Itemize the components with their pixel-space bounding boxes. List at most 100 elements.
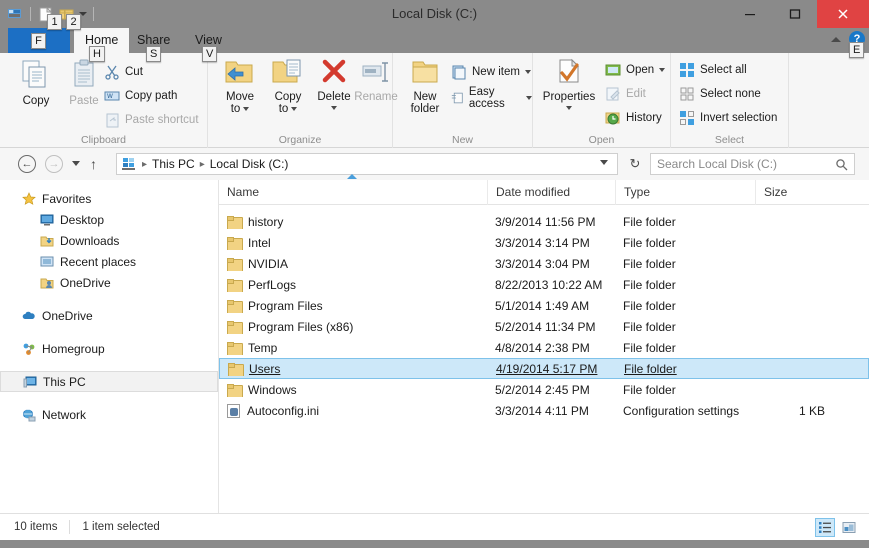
table-row[interactable]: Windows 5/2/2014 2:45 PM File folder bbox=[219, 379, 869, 400]
file-name: NVIDIA bbox=[248, 256, 289, 271]
sidebar-item-this-pc[interactable]: This PC bbox=[0, 371, 218, 392]
properties-button[interactable]: Properties bbox=[537, 58, 601, 126]
edit-button[interactable]: Edit bbox=[605, 83, 646, 104]
column-header-date-modified[interactable]: Date modified bbox=[487, 179, 615, 205]
file-name: Autoconfig.ini bbox=[247, 403, 320, 418]
paste-shortcut-button[interactable]: Paste shortcut bbox=[104, 109, 199, 130]
select-none-button[interactable]: Select none bbox=[679, 83, 761, 104]
recent-locations-caret-icon[interactable] bbox=[72, 161, 80, 166]
window-bottom-border bbox=[0, 540, 869, 548]
address-field[interactable]: ▸ This PC ▸ Local Disk (C:) bbox=[116, 153, 618, 175]
column-header-size[interactable]: Size bbox=[755, 179, 835, 205]
table-row[interactable]: Program Files 5/1/2014 1:49 AM File fold… bbox=[219, 295, 869, 316]
move-to-icon bbox=[225, 61, 253, 83]
easy-access-dropdown-caret-icon[interactable] bbox=[526, 95, 532, 100]
table-row[interactable]: Intel 3/3/2014 3:14 PM File folder bbox=[219, 232, 869, 253]
file-list-pane: Name Date modified Type Size history 3/9… bbox=[219, 173, 869, 513]
close-button[interactable] bbox=[817, 0, 869, 28]
new-folder-icon bbox=[412, 61, 438, 83]
select-all-button[interactable]: Select all bbox=[679, 59, 747, 80]
file-type: File folder bbox=[623, 382, 676, 397]
folder-icon bbox=[227, 215, 243, 229]
ribbon-tabstrip: Home Share View ? bbox=[0, 28, 869, 53]
navigation-pane: Favorites Desktop Downloads Recent place… bbox=[0, 180, 219, 513]
new-item-dropdown-caret-icon[interactable] bbox=[524, 69, 531, 74]
table-row[interactable]: history 3/9/2014 11:56 PM File folder bbox=[219, 211, 869, 232]
file-name: PerfLogs bbox=[248, 277, 297, 292]
minimize-button[interactable] bbox=[727, 0, 772, 28]
delete-dropdown-caret-icon[interactable] bbox=[331, 106, 337, 110]
table-row[interactable]: Temp 4/8/2014 2:38 PM File folder bbox=[219, 337, 869, 358]
sidebar-item-network[interactable]: Network bbox=[0, 404, 218, 425]
column-header-name[interactable]: Name bbox=[219, 173, 487, 205]
sidebar-item-downloads[interactable]: Downloads bbox=[0, 230, 218, 251]
breadcrumb-local-disk[interactable]: Local Disk (C:) bbox=[210, 157, 289, 171]
back-button[interactable]: ← bbox=[18, 155, 36, 173]
easy-access-button[interactable]: Easy access bbox=[451, 85, 532, 110]
file-name: Users bbox=[249, 361, 281, 376]
sidebar-label-recent-places: Recent places bbox=[60, 254, 137, 269]
keytip-tab-home: H bbox=[89, 46, 105, 62]
table-row[interactable]: Program Files (x86) 5/2/2014 11:34 PM Fi… bbox=[219, 316, 869, 337]
folder-icon bbox=[227, 257, 243, 271]
sidebar-label-network: Network bbox=[42, 407, 87, 422]
sidebar-label-this-pc: This PC bbox=[43, 374, 86, 389]
column-header-name-label: Name bbox=[227, 184, 260, 199]
paste-icon bbox=[74, 59, 94, 87]
up-one-level-button[interactable]: ↑ bbox=[90, 156, 97, 172]
selection-count-label: 1 item selected bbox=[82, 521, 160, 533]
easy-access-button-label: Easy access bbox=[468, 85, 505, 110]
sidebar-gap-2 bbox=[0, 326, 218, 338]
breadcrumb-separator-0[interactable]: ▸ bbox=[142, 159, 147, 170]
details-view-button[interactable] bbox=[815, 518, 835, 537]
sidebar-item-onedrive[interactable]: OneDrive bbox=[0, 305, 218, 326]
file-type: File folder bbox=[623, 319, 676, 334]
large-icons-view-button[interactable] bbox=[839, 518, 859, 537]
new-item-button[interactable]: New item bbox=[451, 61, 531, 82]
select-all-icon bbox=[680, 62, 694, 77]
copy-to-dropdown-caret-icon[interactable] bbox=[291, 107, 298, 111]
new-folder-button[interactable]: New folder bbox=[397, 58, 453, 126]
table-row[interactable]: PerfLogs 8/22/2013 10:22 AM File folder bbox=[219, 274, 869, 295]
sidebar-item-recent-places[interactable]: Recent places bbox=[0, 251, 218, 272]
file-name: history bbox=[248, 214, 284, 229]
cut-button[interactable]: Cut bbox=[104, 61, 143, 82]
address-dropdown-caret-icon[interactable] bbox=[600, 160, 608, 165]
refresh-button[interactable]: ↻ bbox=[624, 154, 646, 174]
sidebar-item-favorites[interactable]: Favorites bbox=[0, 188, 218, 209]
select-none-icon bbox=[680, 87, 694, 100]
breadcrumb-this-pc[interactable]: This PC bbox=[152, 157, 195, 171]
breadcrumb-separator-1[interactable]: ▸ bbox=[200, 159, 205, 170]
item-count-label: 10 items bbox=[14, 521, 58, 533]
sidebar-item-onedrive-folder[interactable]: OneDrive bbox=[0, 272, 218, 293]
sidebar-item-homegroup[interactable]: Homegroup bbox=[0, 338, 218, 359]
collapse-ribbon-icon[interactable] bbox=[831, 36, 841, 42]
table-row-selected[interactable]: Users 4/19/2014 5:17 PM File folder bbox=[219, 358, 869, 379]
new-folder-button-label-line2: folder bbox=[410, 103, 440, 115]
paste-shortcut-button-label: Paste shortcut bbox=[125, 113, 199, 126]
history-button[interactable]: History bbox=[605, 107, 662, 128]
file-type: File folder bbox=[623, 214, 676, 229]
invert-selection-button[interactable]: Invert selection bbox=[679, 107, 777, 128]
folder-icon bbox=[227, 299, 243, 313]
open-dropdown-caret-icon[interactable] bbox=[659, 67, 666, 72]
open-button[interactable]: Open bbox=[605, 59, 666, 80]
properties-dropdown-caret-icon[interactable] bbox=[566, 106, 572, 110]
forward-button[interactable]: → bbox=[45, 155, 63, 173]
explorer-window: Local Disk (C:) 1 2 Home Share View ? F … bbox=[0, 0, 869, 548]
search-input[interactable]: Search Local Disk (C:) bbox=[650, 153, 855, 175]
easy-access-icon bbox=[451, 92, 463, 103]
sidebar-item-desktop[interactable]: Desktop bbox=[0, 209, 218, 230]
network-icon bbox=[22, 408, 36, 421]
table-row[interactable]: NVIDIA 3/3/2014 3:04 PM File folder bbox=[219, 253, 869, 274]
title-bar: Local Disk (C:) bbox=[0, 0, 869, 28]
sidebar-label-downloads: Downloads bbox=[60, 233, 120, 248]
copy-path-button[interactable]: W Copy path bbox=[104, 85, 177, 106]
maximize-button[interactable] bbox=[772, 0, 817, 28]
table-row[interactable]: Autoconfig.ini 3/3/2014 4:11 PM Configur… bbox=[219, 400, 869, 421]
large-icons-view-icon bbox=[842, 522, 856, 533]
move-to-dropdown-caret-icon[interactable] bbox=[243, 107, 250, 111]
file-date: 3/9/2014 11:56 PM bbox=[495, 214, 596, 229]
keytip-tab-view: V bbox=[202, 46, 218, 62]
column-header-type[interactable]: Type bbox=[615, 179, 755, 205]
